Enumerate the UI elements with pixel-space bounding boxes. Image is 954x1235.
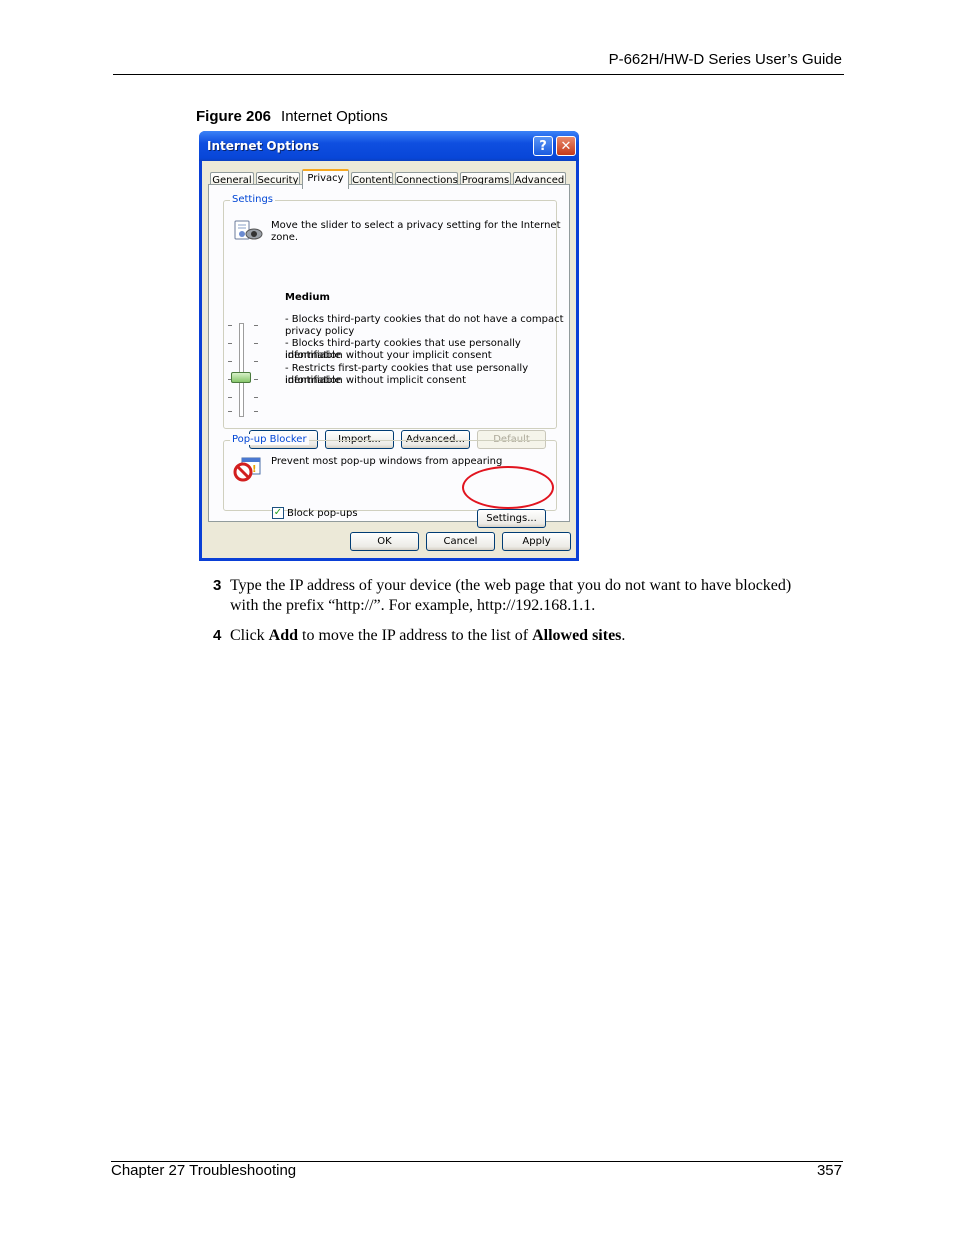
- cancel-button[interactable]: Cancel: [426, 532, 495, 551]
- privacy-level-desc-line: - Blocks third-party cookies that do not…: [285, 314, 564, 325]
- dialog-title: Internet Options: [207, 139, 319, 153]
- step-number: 4: [213, 627, 222, 644]
- step-4-text: .: [621, 627, 626, 644]
- header-guide-title: P-662H/HW-D Series User’s Guide: [608, 51, 842, 68]
- close-button[interactable]: ✕: [556, 136, 576, 156]
- step-4-text: Click: [230, 627, 269, 644]
- privacy-level-desc-line: information without implicit consent: [285, 375, 467, 386]
- slider-track[interactable]: [239, 323, 244, 417]
- slider-tick: [228, 411, 232, 412]
- block-popups-label[interactable]: Block pop-ups: [287, 508, 358, 520]
- block-popups-checkbox[interactable]: ✓: [272, 507, 284, 519]
- apply-button[interactable]: Apply: [502, 532, 571, 551]
- slider-tick: [254, 379, 258, 380]
- slider-tick: [228, 361, 232, 362]
- slider-tick: [254, 397, 258, 398]
- figure-title: Internet Options: [281, 108, 388, 125]
- step-number: 3: [213, 577, 222, 594]
- slider-tick: [254, 361, 258, 362]
- settings-legend: Settings: [230, 194, 276, 205]
- step-3-line2: with the prefix “http://”. For example, …: [230, 597, 596, 614]
- header-rule: [113, 74, 844, 75]
- step-body: Type the IP address of your device (the …: [230, 576, 840, 616]
- figure-label: Figure 206: [196, 108, 272, 125]
- step-body: Click Add to move the IP address to the …: [230, 626, 840, 646]
- privacy-level-desc-line: information without your implicit consen…: [285, 350, 492, 361]
- popup-blocker-description: Prevent most pop-up windows from appeari…: [271, 456, 503, 467]
- figure-caption: Figure 206 Internet Options: [196, 108, 388, 125]
- highlight-circle: [462, 466, 554, 509]
- add-term: Add: [268, 627, 299, 644]
- step-3-line1: Type the IP address of your device (the …: [230, 577, 792, 594]
- popup-blocker-icon: !: [233, 456, 263, 482]
- slider-tick: [254, 411, 258, 412]
- allowed-sites-term: Allowed sites: [532, 627, 622, 644]
- privacy-icon: [233, 219, 263, 241]
- slider-thumb[interactable]: [231, 372, 251, 383]
- privacy-level-name: Medium: [285, 292, 330, 303]
- settings-instruction-line2: zone.: [271, 232, 299, 243]
- help-button[interactable]: ?: [533, 136, 553, 156]
- slider-tick: [228, 343, 232, 344]
- svg-text:!: !: [252, 464, 257, 475]
- footer-page-number: 357: [816, 1162, 842, 1179]
- footer-chapter: Chapter 27 Troubleshooting: [111, 1162, 297, 1179]
- ok-button[interactable]: OK: [350, 532, 419, 551]
- slider-tick: [228, 325, 232, 326]
- dialog-titlebar[interactable]: Internet Options ? ✕: [199, 131, 579, 161]
- slider-tick: [254, 343, 258, 344]
- slider-tick: [254, 325, 258, 326]
- tab-privacy[interactable]: Privacy: [302, 169, 349, 189]
- slider-tick: [228, 397, 232, 398]
- settings-instruction-line1: Move the slider to select a privacy sett…: [271, 220, 561, 231]
- step-4-text: to move the IP address to the list of: [298, 627, 533, 644]
- privacy-level-desc-line: privacy policy: [285, 326, 355, 337]
- popup-settings-button[interactable]: Settings...: [477, 509, 546, 528]
- popup-blocker-legend: Pop-up Blocker: [230, 434, 309, 445]
